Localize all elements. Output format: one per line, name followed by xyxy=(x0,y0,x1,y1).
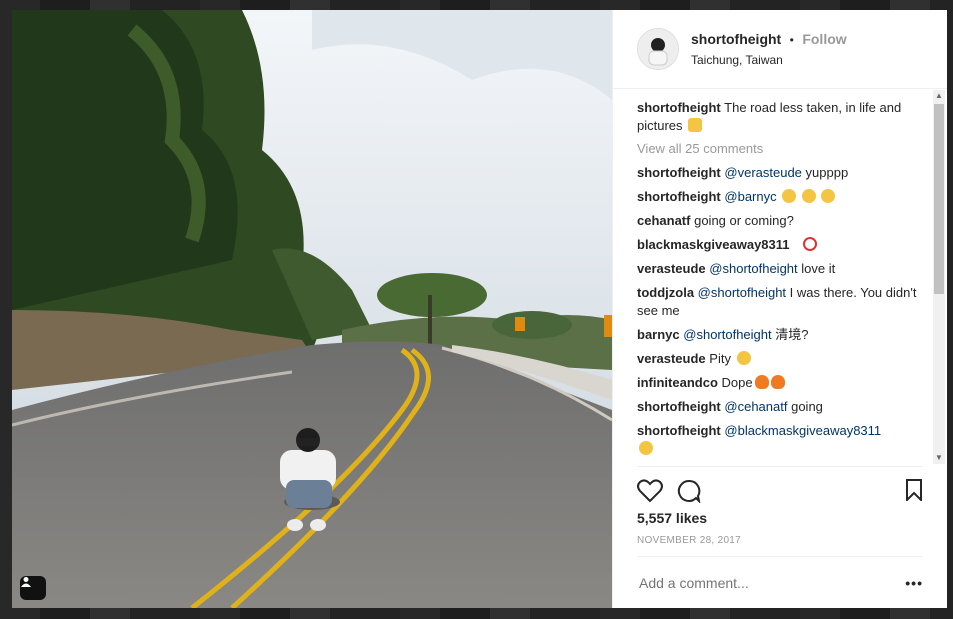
comment-mention[interactable]: @shortofheight xyxy=(698,285,786,300)
confused-face-icon xyxy=(639,441,653,455)
post-side-panel: shortofheight • Follow Taichung, Taiwan … xyxy=(612,10,947,608)
comment-text: 清境? xyxy=(775,327,809,342)
comments-scrollbar[interactable]: ▲ ▼ xyxy=(933,90,945,464)
comment-text: going xyxy=(791,399,823,414)
location-link[interactable]: Taichung, Taiwan xyxy=(691,53,847,67)
comment-username[interactable]: cehanatf xyxy=(637,213,690,228)
comment-mention[interactable]: @barnyc xyxy=(724,189,776,204)
heart-icon[interactable] xyxy=(637,479,663,503)
likes-count[interactable]: 5,557 likes xyxy=(637,510,707,526)
view-all-comments-link[interactable]: View all 25 comments xyxy=(637,141,923,156)
sunglasses-face-icon xyxy=(736,351,751,365)
comment-item: shortofheight @blackmaskgiveaway8311 xyxy=(637,422,923,458)
comment-item: cehanatf going or coming? xyxy=(637,212,923,230)
road-photo-illustration xyxy=(12,10,612,608)
comment-mention[interactable]: @shortofheight xyxy=(683,327,771,342)
person-icon xyxy=(21,577,31,587)
fire-icon xyxy=(770,375,785,389)
scroll-down-arrow-icon[interactable]: ▼ xyxy=(933,452,945,464)
comment-item: shortofheight @cehanatf going xyxy=(637,398,923,416)
grimacing-face-icon xyxy=(801,189,816,203)
header-separator: • xyxy=(789,33,794,47)
comment-text: going or coming? xyxy=(694,213,794,228)
comment-username[interactable]: shortofheight xyxy=(637,423,721,438)
tagged-users-button[interactable] xyxy=(20,576,46,600)
caption: shortofheight The road less taken, in li… xyxy=(637,99,923,135)
comment-username[interactable]: verasteude xyxy=(637,261,706,276)
comment-item: shortofheight @barnyc xyxy=(637,188,923,206)
comment-bubble-icon[interactable] xyxy=(677,479,701,503)
post-photo[interactable] xyxy=(12,10,612,608)
bookmark-icon[interactable] xyxy=(905,479,923,501)
add-comment-section: ••• xyxy=(637,556,923,609)
comment-username[interactable]: barnyc xyxy=(637,327,680,342)
more-options-button[interactable]: ••• xyxy=(905,575,923,591)
grimacing-face-icon xyxy=(782,189,797,203)
comment-mention[interactable]: @blackmaskgiveaway8311 xyxy=(724,423,881,438)
comment-item: barnyc @shortofheight 清境? xyxy=(637,326,923,344)
post-date: NOVEMBER 28, 2017 xyxy=(637,535,742,546)
comments-list[interactable]: shortofheight The road less taken, in li… xyxy=(613,89,931,463)
comment-item: infiniteandco Dope xyxy=(637,374,923,392)
comment-username[interactable]: shortofheight xyxy=(637,189,721,204)
flexed-biceps-icon xyxy=(688,118,703,132)
comment-username[interactable]: blackmaskgiveaway8311 xyxy=(637,237,790,252)
no-smoking-icon xyxy=(803,237,818,251)
avatar[interactable] xyxy=(637,28,679,70)
scroll-up-arrow-icon[interactable]: ▲ xyxy=(933,90,945,102)
comment-mention[interactable]: @verasteude xyxy=(724,165,802,180)
comment-item: verasteude @shortofheight love it xyxy=(637,260,923,278)
header-text: shortofheight • Follow Taichung, Taiwan xyxy=(691,31,847,67)
comment-item: verasteude Pity xyxy=(637,350,923,368)
comment-mention[interactable]: @cehanatf xyxy=(724,399,787,414)
comment-item: toddjzola @shortofheight I was there. Yo… xyxy=(637,284,923,320)
comment-item: shortofheight @verasteude yupppp xyxy=(637,164,923,182)
comment-username[interactable]: infiniteandco xyxy=(637,375,718,390)
post-header: shortofheight • Follow Taichung, Taiwan xyxy=(613,10,947,89)
fire-icon xyxy=(754,375,769,389)
comment-text: Dope xyxy=(721,375,753,390)
post-modal: shortofheight • Follow Taichung, Taiwan … xyxy=(12,10,947,608)
comment-username[interactable]: shortofheight xyxy=(637,399,721,414)
comment-text: love it xyxy=(801,261,836,276)
caption-username[interactable]: shortofheight xyxy=(637,100,721,115)
grimacing-face-icon xyxy=(821,189,836,203)
header-username[interactable]: shortofheight xyxy=(691,31,781,47)
comment-mention[interactable]: @shortofheight xyxy=(709,261,797,276)
comment-text: Pity xyxy=(709,351,731,366)
scrollbar-thumb[interactable] xyxy=(934,104,944,294)
comment-username[interactable]: verasteude xyxy=(637,351,706,366)
comment-text: yupppp xyxy=(805,165,849,180)
comment-item: blackmaskgiveaway8311 xyxy=(637,236,923,254)
avatar-image xyxy=(638,29,678,69)
comment-username[interactable]: toddjzola xyxy=(637,285,694,300)
follow-button[interactable]: Follow xyxy=(802,31,846,47)
add-comment-input[interactable] xyxy=(637,574,906,592)
comment-username[interactable]: shortofheight xyxy=(637,165,721,180)
